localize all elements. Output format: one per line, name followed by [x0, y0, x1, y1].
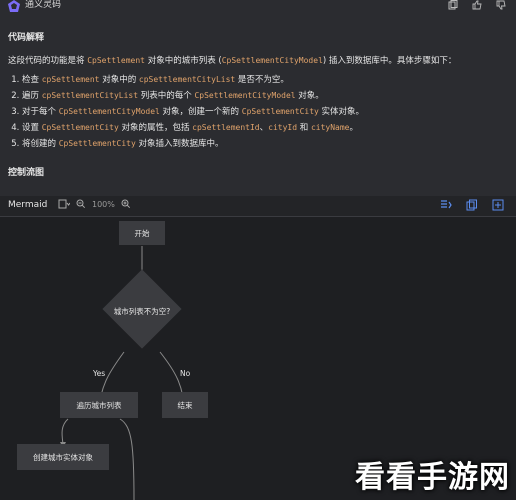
top-bar: 通义灵码: [0, 0, 516, 16]
list-item: 设置 CpSettlementCity 对象的属性，包括 cpSettlemen…: [22, 120, 364, 136]
zoom-out-icon[interactable]: [76, 199, 86, 209]
list-item: 将创建的 CpSettlementCity 对象插入到数据库中。: [22, 136, 364, 152]
zoom-in-icon[interactable]: [121, 199, 131, 209]
flow-node-decision: 城市列表不为空?: [113, 306, 171, 316]
mermaid-label: Mermaid: [8, 200, 48, 210]
flow-node-end: 结束: [162, 392, 208, 418]
list-item: 对于每个 CpSettlementCityModel 对象，创建一个新的 CpS…: [22, 104, 364, 120]
edge-label-no: No: [180, 369, 191, 378]
list-item: 检查 cpSettlement 对象中的 cpSettlementCityLis…: [22, 72, 364, 88]
thumbs-up-icon[interactable]: [472, 0, 482, 10]
flow-node-loop: 遍历城市列表: [60, 392, 138, 418]
code-view-icon[interactable]: [440, 199, 452, 211]
watermark-text: 看看手游网: [355, 460, 510, 495]
mermaid-toolbar: Mermaid 100%: [0, 196, 516, 217]
copy-icon[interactable]: [448, 0, 458, 10]
edge-label-yes: Yes: [93, 369, 106, 378]
tongyi-logo-icon: [8, 0, 20, 12]
intro-paragraph: 这段代码的功能是将 CpSettlement 对象中的城市列表 (CpSettl…: [8, 56, 457, 66]
zoom-level: 100%: [92, 199, 115, 209]
export-icon[interactable]: [492, 199, 504, 211]
layout-toggle-icon[interactable]: [58, 199, 70, 209]
copy-icon[interactable]: [466, 199, 478, 211]
section-title-flowchart: 控制流图: [8, 168, 45, 178]
section-title-explanation: 代码解释: [8, 33, 45, 43]
flow-node-create: 创建城市实体对象: [17, 444, 109, 470]
steps-list: 检查 cpSettlement 对象中的 cpSettlementCityLis…: [8, 72, 364, 152]
app-title: 通义灵码: [25, 0, 62, 10]
thumbs-down-icon[interactable]: [496, 0, 506, 10]
flow-node-start: 开始: [119, 221, 165, 245]
list-item: 遍历 cpSettlementCityList 列表中的每个 CpSettlem…: [22, 88, 364, 104]
